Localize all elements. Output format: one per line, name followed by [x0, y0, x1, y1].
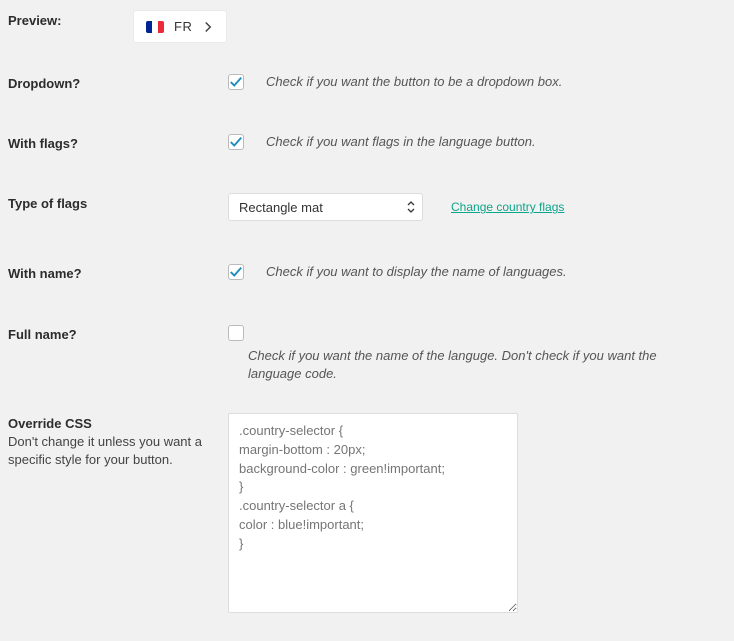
with-name-help: Check if you want to display the name of… — [266, 263, 567, 281]
with-flags-help: Check if you want flags in the language … — [266, 133, 536, 151]
preview-lang-code: FR — [174, 19, 192, 34]
dropdown-checkbox[interactable] — [228, 74, 244, 90]
change-country-flags-link[interactable]: Change country flags — [451, 200, 564, 214]
full-name-help: Check if you want the name of the langug… — [248, 347, 668, 383]
chevron-right-icon — [202, 21, 214, 33]
full-name-label: Full name? — [8, 327, 228, 342]
with-flags-label: With flags? — [8, 136, 228, 151]
flag-fr-icon — [146, 21, 164, 33]
with-name-checkbox[interactable] — [228, 264, 244, 280]
override-css-textarea[interactable] — [228, 413, 518, 613]
dropdown-help: Check if you want the button to be a dro… — [266, 73, 562, 91]
full-name-checkbox[interactable] — [228, 325, 244, 341]
preview-button[interactable]: FR — [133, 10, 227, 43]
with-name-label: With name? — [8, 266, 228, 281]
check-icon — [229, 75, 243, 89]
check-icon — [229, 265, 243, 279]
override-css-label: Override CSS — [8, 416, 228, 431]
override-css-sublabel: Don't change it unless you want a specif… — [8, 433, 228, 469]
dropdown-label: Dropdown? — [8, 76, 228, 91]
type-of-flags-select[interactable]: Rectangle mat — [228, 193, 423, 221]
type-of-flags-label: Type of flags — [8, 196, 228, 211]
with-flags-checkbox[interactable] — [228, 134, 244, 150]
check-icon — [229, 135, 243, 149]
